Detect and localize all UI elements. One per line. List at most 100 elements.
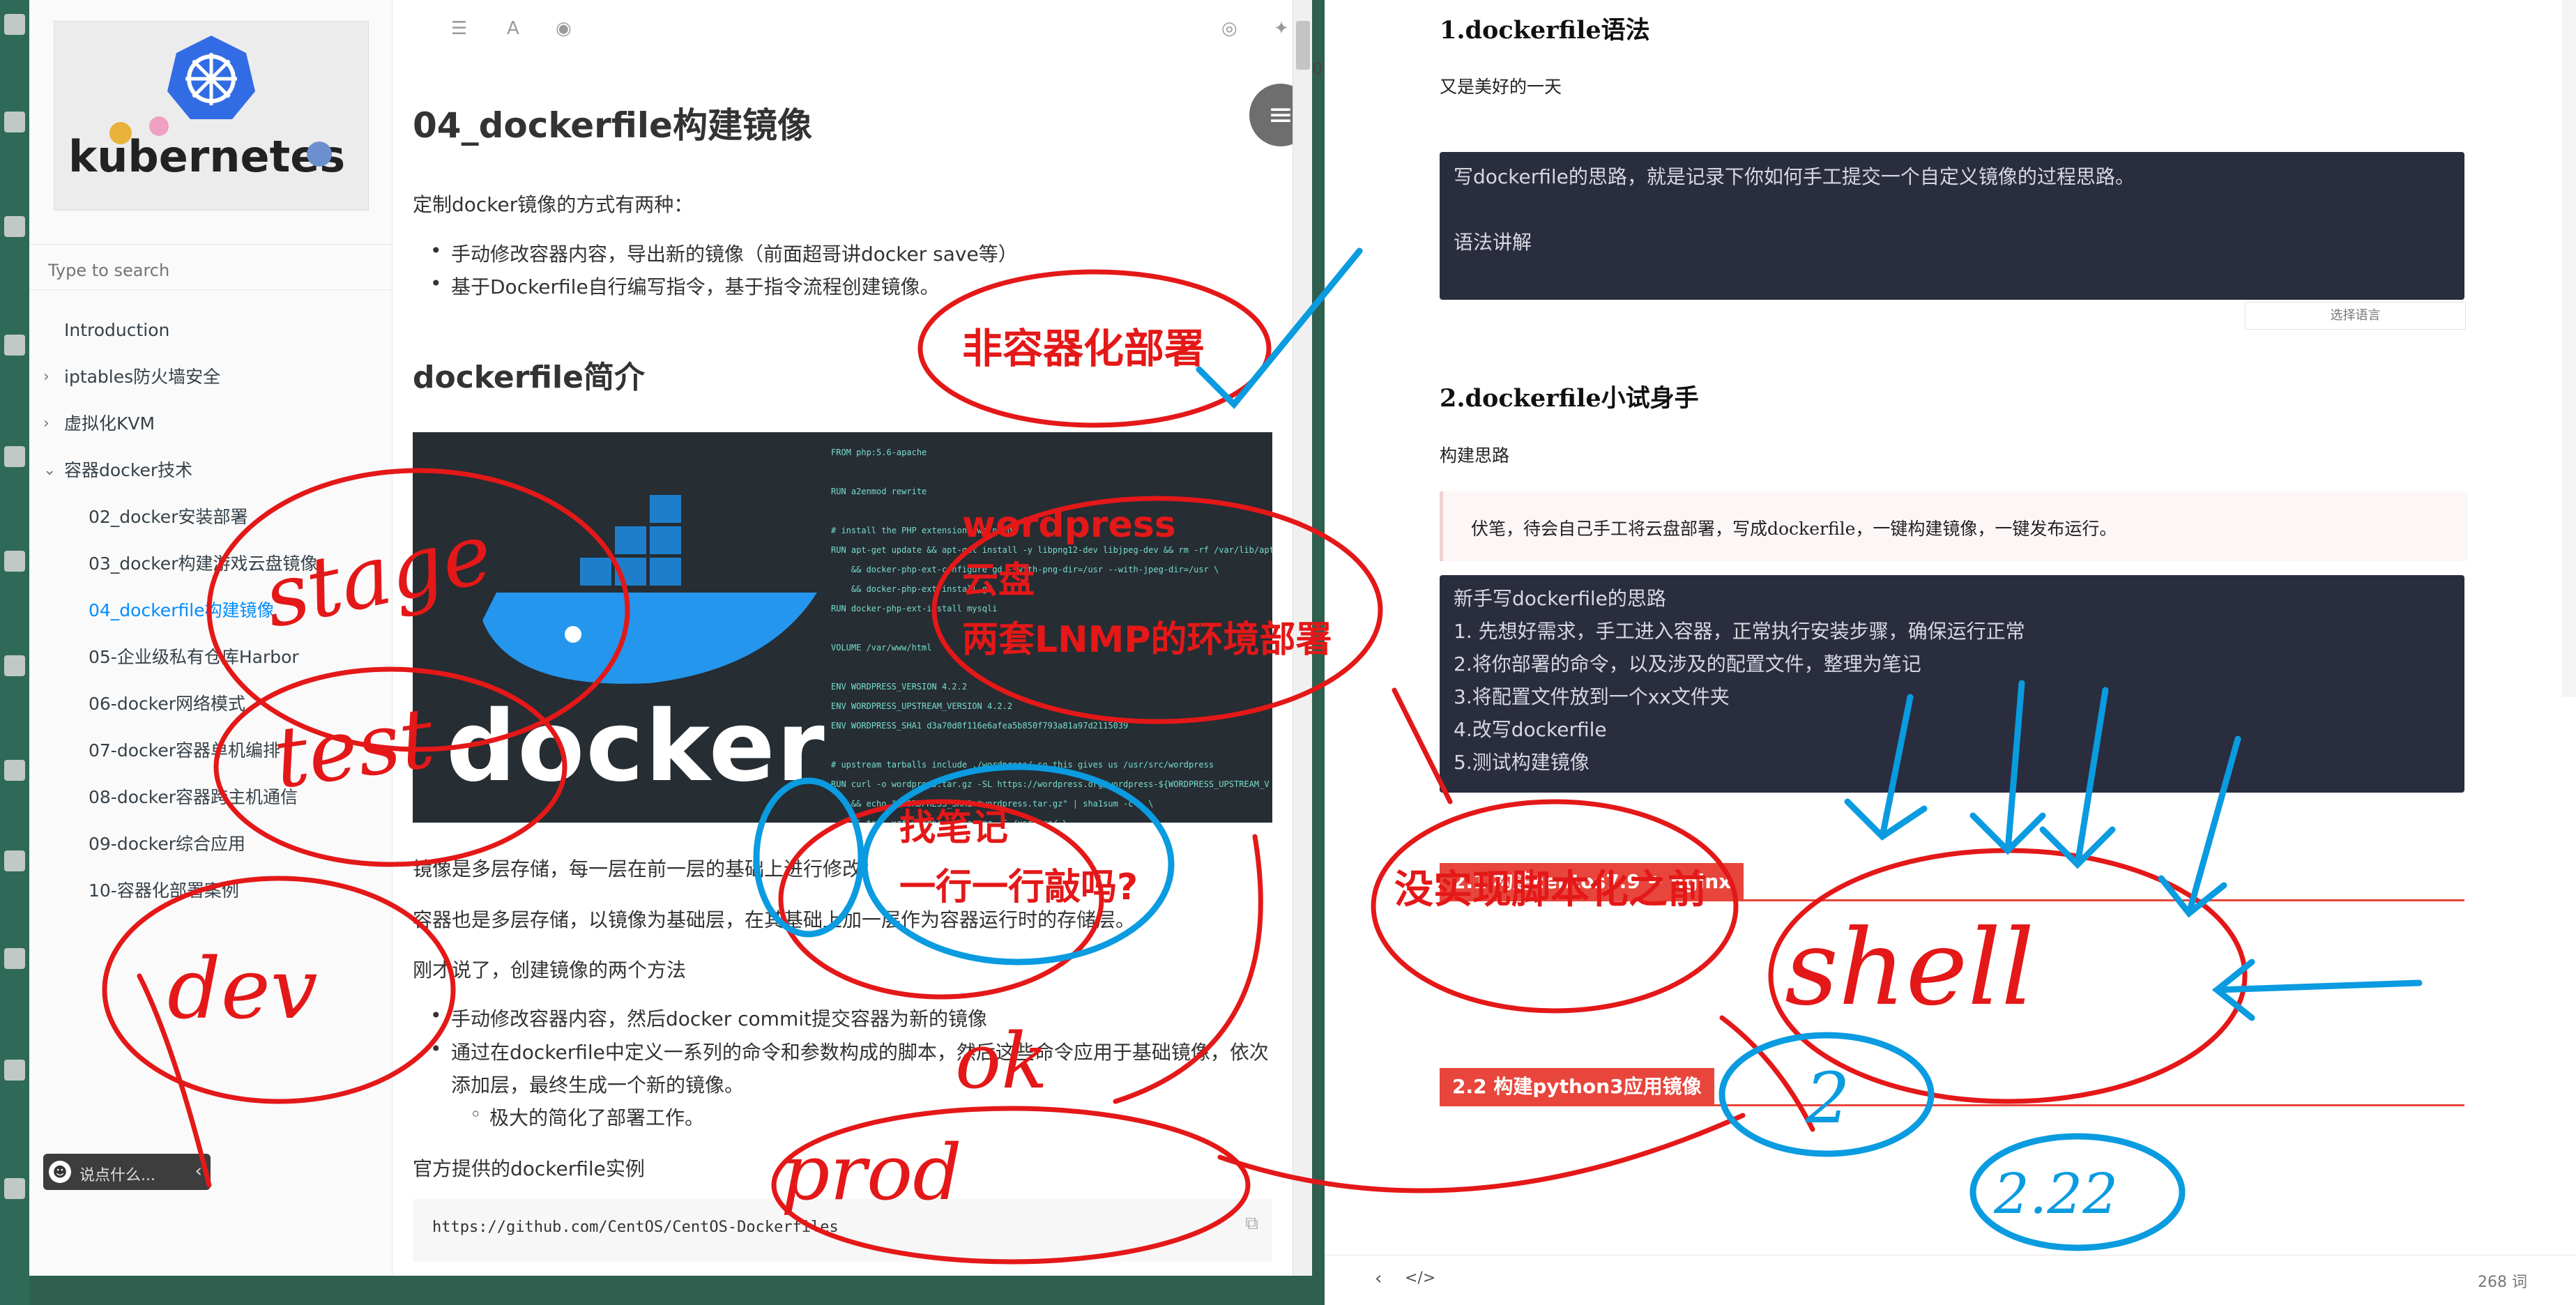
desktop-shortcut-icon[interactable] <box>4 1060 25 1081</box>
toc-item-docker-cloud-image[interactable]: 03_docker构建游戏云盘镜像 <box>29 540 392 587</box>
vertical-scrollbar[interactable] <box>1293 0 1312 1276</box>
paragraph: 构建思路 <box>1440 445 1510 466</box>
toc-label: 08-docker容器跨主机通信 <box>89 787 298 807</box>
search-input[interactable] <box>47 260 370 281</box>
paragraph: 官方提供的dockerfile实例 <box>413 1157 645 1180</box>
sidebar: kubernetes Introduction › iptables防火墙安全 ›… <box>29 0 393 1276</box>
toc-label: 04_dockerfile构建镜像 <box>89 600 275 620</box>
desktop-shortcut-icon[interactable] <box>4 850 25 871</box>
toc-label: 容器docker技术 <box>64 460 193 480</box>
desktop-shortcut-icon[interactable] <box>4 551 25 572</box>
gitbook-window: kubernetes Introduction › iptables防火墙安全 ›… <box>29 0 1312 1276</box>
sub-bullet-item: 极大的简化了部署工作。 <box>470 1103 704 1131</box>
section-ribbon: 2.1 构建centos7.9 + nginx <box>1440 863 1744 901</box>
toc-item-cross-host[interactable]: 08-docker容器跨主机通信 <box>29 774 392 821</box>
code-line: 5.测试构建镜像 <box>1454 751 1590 774</box>
avatar-icon: ☻ <box>49 1161 71 1183</box>
code-block: 写dockerfile的思路，就是记录下你如何手工提交一个自定义镜像的过程思路。… <box>1440 152 2464 300</box>
method-item: 基于Dockerfile自行编写指令，基于指令流程创建镜像。 <box>430 272 940 300</box>
heading: 2.dockerfile小试身手 <box>1440 384 1699 413</box>
heading: 1.dockerfile语法 <box>1440 16 1650 45</box>
desktop-shortcut-icon[interactable] <box>4 216 25 237</box>
desktop-shortcut-icon[interactable] <box>4 14 25 35</box>
desktop-shortcut-icon[interactable] <box>4 446 25 467</box>
toc-toggle-icon[interactable]: ☰ <box>451 18 467 39</box>
code-line: 写dockerfile的思路，就是记录下你如何手工提交一个自定义镜像的过程思路。 <box>1454 165 2135 188</box>
font-settings-icon[interactable]: A <box>507 18 519 39</box>
docker-whale-icon <box>482 495 817 684</box>
toc-label: Introduction <box>64 320 170 340</box>
toc-label: iptables防火墙安全 <box>64 367 221 387</box>
toc-item-iptables[interactable]: › iptables防火墙安全 <box>29 353 392 400</box>
toc-label: 虚拟化KVM <box>64 413 155 434</box>
divider <box>1440 1104 2464 1106</box>
toolbar: ☰ A ◉ ◎ ✦ ★ ♟ ◫ G f ↪ ⋖ <box>392 0 1298 63</box>
code-line: 3.将配置文件放到一个xx文件夹 <box>1454 685 1730 708</box>
vertical-scrollbar[interactable] <box>2562 0 2576 697</box>
bullet-item: 通过在dockerfile中定义一系列的命令和参数构成的脚本，然后这些命令应用于… <box>430 1037 1269 1065</box>
language-select[interactable]: 选择语言 <box>2245 302 2466 330</box>
toc-label: 09-docker综合应用 <box>89 834 245 854</box>
toc-item-compose[interactable]: 07-docker容器单机编排 <box>29 727 392 774</box>
paragraph: 又是美好的一天 <box>1440 77 1562 97</box>
menu-icon: ≡ <box>1267 97 1294 132</box>
section-title: dockerfile简介 <box>413 360 645 395</box>
dockerfile-sample-code: FROM php:5.6-apache RUN a2enmod rewrite … <box>831 448 1272 823</box>
toc-item-docker-install[interactable]: 02_docker安装部署 <box>29 494 392 540</box>
table-of-contents: Introduction › iptables防火墙安全 › 虚拟化KVM ⌄ 容器d… <box>29 307 392 914</box>
toc-item-dockerfile[interactable]: 04_dockerfile构建镜像 <box>29 587 392 634</box>
search-box <box>29 244 392 290</box>
weibo-icon[interactable]: ◎ <box>1221 18 1237 39</box>
scrollbar-thumb[interactable] <box>1296 21 1310 70</box>
word-count: 268 词 <box>2478 1274 2527 1291</box>
divider <box>1440 899 2464 901</box>
toc-item-cases[interactable]: 10-容器化部署案例 <box>29 867 392 914</box>
desktop-shortcut-icon[interactable] <box>4 760 25 781</box>
code-view-icon[interactable]: </> <box>1405 1269 1435 1287</box>
toc-label: 07-docker容器单机编排 <box>89 740 280 761</box>
toc-label: 03_docker构建游戏云盘镜像 <box>89 554 318 574</box>
desktop-shortcut-icon[interactable] <box>4 335 25 356</box>
toc-item-docker[interactable]: ⌄ 容器docker技术 <box>29 447 392 494</box>
chevron-down-icon: ⌄ <box>43 461 56 479</box>
desktop-shortcut-icon[interactable] <box>4 112 25 132</box>
paragraph: 镜像是多层存储，每一层在前一层的基础上进行修改； <box>413 857 882 880</box>
code-url: https://github.com/CentOS/CentOS-Dockerf… <box>432 1219 839 1236</box>
desktop-shortcut-icon[interactable] <box>4 1178 25 1199</box>
quote-text: 伏笔，待会自己手工将云盘部署，写成dockerfile，一键构建镜像，一键发布运… <box>1471 519 2117 539</box>
toc-label: 05-企业级私有仓库Harbor <box>89 647 299 667</box>
paragraph: 容器也是多层存储，以镜像为基础层，在其基础上加一层作为容器运行时的存储层。 <box>413 908 1136 931</box>
chevron-right-icon: › <box>43 415 49 432</box>
back-icon[interactable]: ‹ <box>1375 1268 1382 1289</box>
blockquote: 伏笔，待会自己手工将云盘部署，写成dockerfile，一键构建镜像，一键发布运… <box>1440 491 2468 561</box>
toc-item-network[interactable]: 06-docker网络模式 <box>29 680 392 727</box>
twitter-icon[interactable]: ✦ <box>1274 18 1289 39</box>
code-line: 2.将你部署的命令，以及涉及的配置文件，整理为笔记 <box>1454 652 1921 676</box>
book-content: ☰ A ◉ ◎ ✦ ★ ♟ ◫ G f ↪ ⋖ ≡ 04_dockerfile构… <box>392 0 1312 1276</box>
code-line: 语法讲解 <box>1454 231 1532 254</box>
code-line: 1. 先想好需求，手工进入容器，正常执行安装步骤，确保运行正常 <box>1454 620 2025 643</box>
desktop-shortcut-icon[interactable] <box>4 948 25 969</box>
status-bar: ‹ </> 268 词 <box>1325 1255 2576 1305</box>
method-item: 手动修改容器内容，导出新的镜像（前面超哥讲docker save等） <box>430 239 1018 267</box>
paragraph: 刚才说了，创建镜像的两个方法 <box>413 959 687 982</box>
bullet-item: 手动修改容器内容，然后docker commit提交容器为新的镜像 <box>430 1004 987 1032</box>
copy-icon[interactable]: ⧉ <box>1245 1213 1258 1235</box>
toc-item-applications[interactable]: 09-docker综合应用 <box>29 821 392 867</box>
bullet-continuation: 添加层，最终生成一个新的镜像。 <box>451 1074 745 1097</box>
kubernetes-logo: kubernetes <box>54 21 369 211</box>
chevron-right-icon: › <box>43 368 49 386</box>
collapse-icon[interactable]: ‹ <box>195 1161 202 1182</box>
view-icon[interactable]: ◉ <box>556 18 572 39</box>
toc-item-kvm[interactable]: › 虚拟化KVM <box>29 400 392 447</box>
toc-item-harbor[interactable]: 05-企业级私有仓库Harbor <box>29 634 392 680</box>
chat-widget[interactable]: ☻ 说点什么... ‹ <box>43 1154 211 1190</box>
code-line: 新手写dockerfile的思路 <box>1454 587 1666 610</box>
desktop-shortcut-icon[interactable] <box>4 655 25 676</box>
section-ribbon: 2.2 构建python3应用镜像 <box>1440 1068 1714 1106</box>
docker-banner-image: docker FROM php:5.6-apache RUN a2enmod r… <box>413 432 1272 823</box>
intro-text: 定制docker镜像的方式有两种： <box>413 193 694 216</box>
toc-item-introduction[interactable]: Introduction <box>29 307 392 353</box>
toc-label: 02_docker安装部署 <box>89 507 248 527</box>
toc-label: 06-docker网络模式 <box>89 694 245 714</box>
